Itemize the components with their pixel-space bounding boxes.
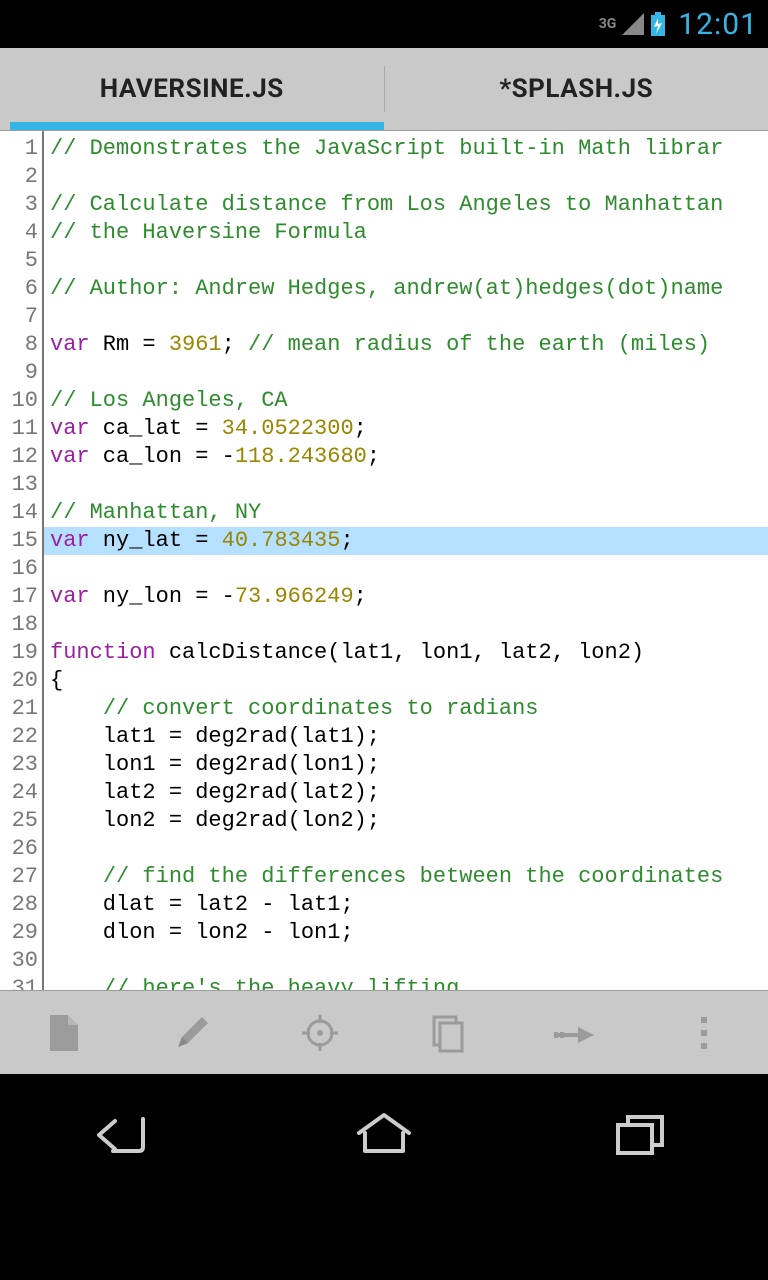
line-number: 17 <box>0 583 38 611</box>
android-status-bar: 3G 12:01 <box>0 0 768 48</box>
code-line[interactable]: // Manhattan, NY <box>44 500 261 525</box>
signal-icon <box>622 13 644 35</box>
more-vert-icon <box>699 1015 709 1051</box>
line-number: 29 <box>0 919 38 947</box>
code-line[interactable]: lat1 = deg2rad(lat1); <box>44 724 380 749</box>
line-number-gutter: 1234567891011121314151617181920212223242… <box>0 131 44 990</box>
code-line[interactable]: // Calculate distance from Los Angeles t… <box>44 192 723 217</box>
line-number: 1 <box>0 135 38 163</box>
bottom-toolbar <box>0 990 768 1074</box>
code-line[interactable]: lon2 = deg2rad(lon2); <box>44 808 380 833</box>
file-icon <box>46 1013 82 1053</box>
line-number: 27 <box>0 863 38 891</box>
tab-bar: HAVERSINE.JS *SPLASH.JS <box>0 48 768 130</box>
line-number: 7 <box>0 303 38 331</box>
code-line[interactable]: lon1 = deg2rad(lon1); <box>44 752 380 777</box>
copy-icon <box>428 1013 468 1053</box>
line-number: 23 <box>0 751 38 779</box>
code-line[interactable]: // find the differences between the coor… <box>44 864 723 889</box>
line-number: 28 <box>0 891 38 919</box>
code-line[interactable]: lat2 = deg2rad(lat2); <box>44 780 380 805</box>
recent-apps-button[interactable] <box>540 1084 740 1184</box>
line-number: 16 <box>0 555 38 583</box>
line-number: 30 <box>0 947 38 975</box>
code-line[interactable]: // convert coordinates to radians <box>44 696 538 721</box>
code-line[interactable] <box>44 836 50 861</box>
tab-haversine[interactable]: HAVERSINE.JS <box>0 48 384 130</box>
line-number: 3 <box>0 191 38 219</box>
code-line[interactable]: var ca_lon = -118.243680; <box>44 444 380 469</box>
code-line[interactable]: var ca_lat = 34.0522300; <box>44 416 367 441</box>
line-number: 24 <box>0 779 38 807</box>
code-line[interactable]: // the Haversine Formula <box>44 220 367 245</box>
back-icon <box>93 1109 163 1159</box>
line-number: 25 <box>0 807 38 835</box>
code-line[interactable]: // Demonstrates the JavaScript built-in … <box>44 136 723 161</box>
line-number: 18 <box>0 611 38 639</box>
editor-area[interactable]: 1234567891011121314151617181920212223242… <box>0 130 768 990</box>
line-number: 11 <box>0 415 38 443</box>
code-line[interactable]: var ny_lat = 40.783435; <box>44 527 768 555</box>
line-number: 26 <box>0 835 38 863</box>
code-content[interactable]: // Demonstrates the JavaScript built-in … <box>44 131 768 990</box>
line-number: 22 <box>0 723 38 751</box>
file-button[interactable] <box>9 998 119 1068</box>
code-line[interactable]: // Los Angeles, CA <box>44 388 288 413</box>
line-number: 4 <box>0 219 38 247</box>
tab-label: HAVERSINE.JS <box>100 74 284 104</box>
code-line[interactable] <box>44 360 50 385</box>
back-button[interactable] <box>28 1084 228 1184</box>
code-line[interactable] <box>44 304 50 329</box>
code-line[interactable]: dlat = lat2 - lat1; <box>44 892 354 917</box>
line-number: 21 <box>0 695 38 723</box>
code-line[interactable]: { <box>44 668 63 693</box>
line-number: 12 <box>0 443 38 471</box>
line-number: 8 <box>0 331 38 359</box>
line-number: 31 <box>0 975 38 990</box>
code-line[interactable]: function calcDistance(lat1, lon1, lat2, … <box>44 640 644 665</box>
code-line[interactable] <box>44 248 50 273</box>
android-nav-bar <box>0 1074 768 1194</box>
network-text: 3G <box>599 16 617 32</box>
line-number: 14 <box>0 499 38 527</box>
target-button[interactable] <box>265 998 375 1068</box>
line-number: 20 <box>0 667 38 695</box>
target-icon <box>300 1013 340 1053</box>
line-number: 13 <box>0 471 38 499</box>
line-number: 2 <box>0 163 38 191</box>
line-number: 5 <box>0 247 38 275</box>
line-number: 9 <box>0 359 38 387</box>
battery-icon <box>650 12 666 36</box>
status-clock: 12:01 <box>678 7 758 42</box>
line-number: 10 <box>0 387 38 415</box>
code-line[interactable]: dlon = lon2 - lon1; <box>44 920 354 945</box>
line-number: 15 <box>0 527 38 555</box>
edit-button[interactable] <box>137 998 247 1068</box>
recent-apps-icon <box>610 1109 670 1159</box>
home-button[interactable] <box>284 1084 484 1184</box>
code-line[interactable]: // here's the heavy lifting <box>44 976 459 990</box>
line-number: 6 <box>0 275 38 303</box>
tab-label: *SPLASH.JS <box>499 74 653 104</box>
code-line[interactable]: // Author: Andrew Hedges, andrew(at)hedg… <box>44 276 723 301</box>
tab-splash[interactable]: *SPLASH.JS <box>385 48 768 130</box>
pencil-icon <box>172 1013 212 1053</box>
code-line[interactable] <box>44 164 50 189</box>
code-editor-app: HAVERSINE.JS *SPLASH.JS 1234567891011121… <box>0 48 768 1074</box>
code-line[interactable]: var Rm = 3961; // mean radius of the ear… <box>44 332 710 357</box>
line-number: 19 <box>0 639 38 667</box>
code-line[interactable] <box>44 612 50 637</box>
run-arrow-icon <box>554 1021 598 1045</box>
more-button[interactable] <box>649 998 759 1068</box>
code-line[interactable]: var ny_lon = -73.966249; <box>44 584 367 609</box>
home-icon <box>349 1109 419 1159</box>
code-line[interactable] <box>44 472 50 497</box>
run-button[interactable] <box>521 998 631 1068</box>
code-line[interactable] <box>44 948 50 973</box>
copy-button[interactable] <box>393 998 503 1068</box>
